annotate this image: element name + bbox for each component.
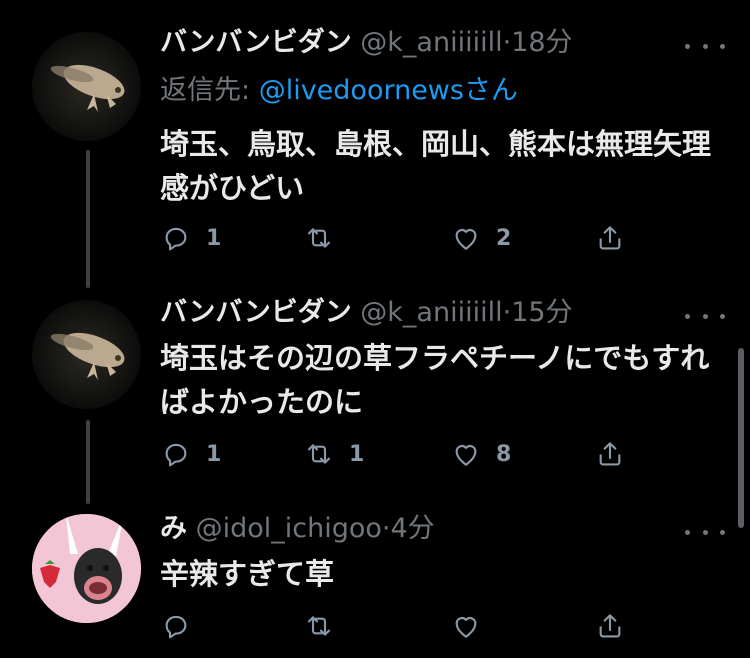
tadpole-image <box>50 332 125 380</box>
like-count: 8 <box>496 441 512 467</box>
tweet[interactable]: バンバンビダン @k_aniiiiill·18分 返信先: @livedoorn… <box>0 0 750 290</box>
share-icon <box>599 442 621 466</box>
tweet-text: 埼玉、鳥取、島根、岡山、熊本は無理矢理感がひどい <box>160 127 712 205</box>
reply-icon <box>165 615 187 639</box>
reply-button[interactable] <box>160 610 206 642</box>
retweet-button[interactable]: 1 <box>303 438 364 470</box>
more-icon[interactable] <box>685 522 725 542</box>
like-button[interactable]: 2 <box>450 222 511 254</box>
reply-mention-link[interactable]: @livedoornewsさん <box>259 75 518 106</box>
like-button[interactable] <box>450 610 496 642</box>
reply-count: 1 <box>206 441 222 467</box>
gorilla-bunny-image <box>32 514 141 623</box>
tweet-header: バンバンビダン @k_aniiiiill·18分 <box>160 26 573 60</box>
more-icon[interactable] <box>685 306 725 326</box>
share-button[interactable] <box>594 610 626 642</box>
separator-dot: · <box>502 297 512 328</box>
avatar[interactable] <box>32 32 141 141</box>
tweet[interactable]: み @idol_ichigoo·4分 辛辣すぎて草 <box>0 498 750 658</box>
reply-icon <box>165 227 187 251</box>
like-icon <box>455 229 477 250</box>
handle[interactable]: @idol_ichigoo <box>196 513 382 544</box>
like-icon <box>455 445 477 466</box>
retweet-button[interactable] <box>303 222 349 254</box>
reply-prefix: 返信先: <box>160 75 259 106</box>
share-icon <box>599 226 621 250</box>
timestamp[interactable]: 4分 <box>391 513 435 544</box>
tweet-text: 埼玉はその辺の草フラペチーノにでもすればよかったのに <box>160 341 710 419</box>
display-name[interactable]: バンバンビダン <box>160 27 352 58</box>
avatar[interactable] <box>32 514 141 623</box>
more-icon[interactable] <box>685 36 725 56</box>
share-button[interactable] <box>594 222 626 254</box>
tweet-header: み @idol_ichigoo·4分 <box>160 512 435 546</box>
handle[interactable]: @k_aniiiiill <box>360 297 502 328</box>
separator-dot: · <box>381 513 391 544</box>
handle[interactable]: @k_aniiiiill <box>360 27 502 58</box>
retweet-count: 1 <box>349 441 365 467</box>
tadpole-image <box>50 64 125 112</box>
like-icon <box>455 617 477 638</box>
share-icon <box>599 614 621 638</box>
reply-count: 1 <box>206 225 222 251</box>
display-name[interactable]: バンバンビダン <box>160 297 352 328</box>
avatar[interactable] <box>32 300 141 409</box>
reply-icon <box>165 443 187 467</box>
share-button[interactable] <box>594 438 626 470</box>
like-button[interactable]: 8 <box>450 438 511 470</box>
reply-context: 返信先: @livedoornewsさん <box>160 74 518 108</box>
retweet-button[interactable] <box>303 610 349 642</box>
timestamp[interactable]: 18分 <box>511 27 572 58</box>
retweet-icon <box>307 228 331 248</box>
tweet-header: バンバンビダン @k_aniiiiill·15分 <box>160 296 573 330</box>
reply-button[interactable]: 1 <box>160 438 221 470</box>
like-count: 2 <box>496 225 512 251</box>
retweet-icon <box>307 616 331 636</box>
timestamp[interactable]: 15分 <box>511 297 572 328</box>
tweet[interactable]: バンバンビダン @k_aniiiiill·15分 埼玉はその辺の草フラペチーノに… <box>0 290 750 498</box>
reply-button[interactable]: 1 <box>160 222 221 254</box>
scrollbar[interactable] <box>738 348 744 528</box>
display-name[interactable]: み <box>160 513 187 544</box>
tweet-text: 辛辣すぎて草 <box>160 557 335 591</box>
retweet-icon <box>307 444 331 464</box>
separator-dot: · <box>502 27 512 58</box>
